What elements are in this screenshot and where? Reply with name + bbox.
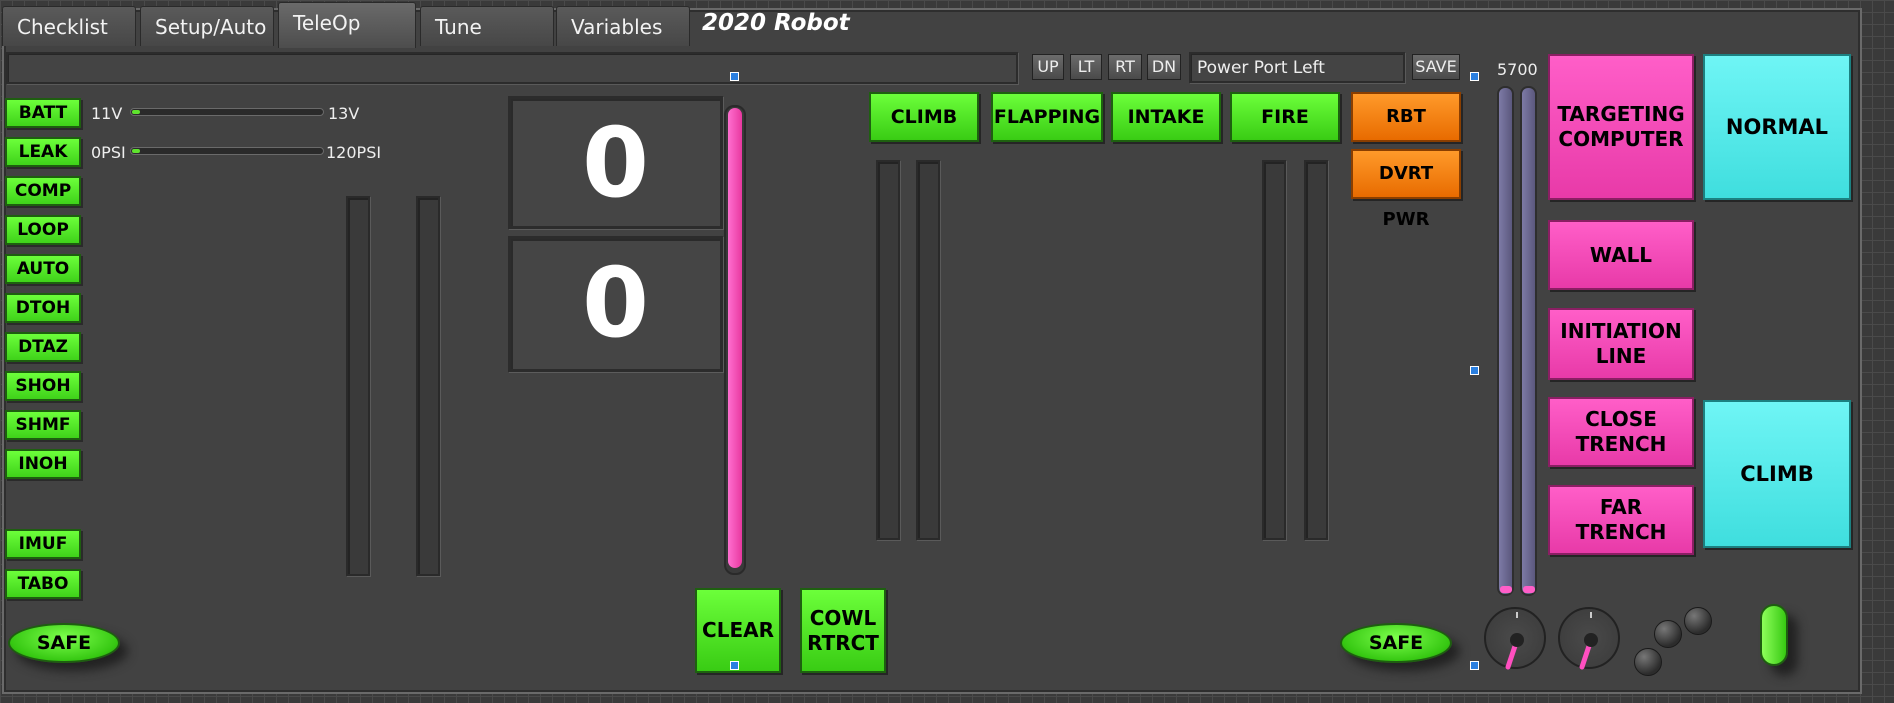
fire-button[interactable]: FIRE [1230, 92, 1340, 142]
shooter-handle-top[interactable] [1470, 72, 1479, 81]
initiation-line2: LINE [1595, 344, 1647, 368]
shooter-handle-bottom[interactable] [1470, 661, 1479, 670]
initiation-line1: INITIATION [1560, 319, 1682, 343]
targeting-line1: TARGETING [1557, 102, 1685, 126]
tab-setup-auto[interactable]: Setup/Auto [140, 6, 274, 46]
climb-mode-button[interactable]: CLIMB [1703, 400, 1851, 548]
down-button[interactable]: DN [1147, 54, 1181, 80]
tab-teleop[interactable]: TeleOp [278, 2, 416, 48]
top-resize-handle[interactable] [730, 72, 739, 81]
right-button[interactable]: RT [1108, 54, 1142, 80]
comp-indicator: COMP [5, 176, 81, 206]
battery-min-label: 11V [91, 104, 123, 123]
tabo-indicator: TABO [5, 569, 81, 599]
flapping-button[interactable]: FLAPPING [991, 92, 1103, 142]
mid-slider-track-2[interactable] [916, 160, 940, 540]
batt-indicator: BATT [5, 98, 81, 128]
target-select-field[interactable]: Power Port Left [1189, 52, 1405, 83]
right-slider-track-1[interactable] [1262, 160, 1286, 540]
pressure-gauge [130, 147, 324, 155]
close-line2: TRENCH [1575, 432, 1667, 456]
ball-icon [1684, 607, 1712, 635]
tab-checklist[interactable]: Checklist [2, 6, 136, 46]
dtoh-indicator: DTOH [5, 293, 81, 323]
ball-icon [1634, 648, 1662, 676]
up-button[interactable]: UP [1032, 54, 1064, 80]
pressure-max-label: 120PSI [326, 143, 382, 162]
targeting-line2: COMPUTER [1558, 127, 1684, 151]
left-button[interactable]: LT [1070, 54, 1102, 80]
cowl-label-line1: COWL [809, 605, 877, 630]
tab-tune[interactable]: Tune [420, 6, 554, 46]
pressure-gauge-fill [132, 149, 140, 153]
shooter-rpm-bar-left [1497, 86, 1514, 596]
left-slider-track-1[interactable] [346, 196, 370, 576]
battery-max-label: 13V [328, 104, 360, 123]
right-slider-track-2[interactable] [1304, 160, 1328, 540]
toggle-switch[interactable] [1760, 604, 1788, 666]
initiation-line-button[interactable]: INITIATION LINE [1548, 308, 1694, 380]
leak-indicator: LEAK [5, 137, 81, 167]
safe-right-button[interactable]: SAFE [1340, 623, 1452, 663]
cowl-label-line2: RTRCT [807, 630, 879, 655]
shooter-rpm-fill-right [1523, 586, 1535, 593]
pressure-min-label: 0PSI [91, 143, 126, 162]
wall-button[interactable]: WALL [1548, 220, 1694, 290]
close-trench-button[interactable]: CLOSE TRENCH [1548, 397, 1694, 467]
robot-title: 2020 Robot [702, 10, 850, 36]
inoh-indicator: INOH [5, 449, 81, 479]
targeting-computer-button[interactable]: TARGETING COMPUTER [1548, 54, 1694, 200]
tab-variables[interactable]: Variables [556, 6, 690, 46]
save-button[interactable]: SAVE [1412, 54, 1460, 80]
shooter-rpm-bar-right [1520, 86, 1537, 596]
counter-top: 0 [508, 96, 723, 229]
far-line1: FAR [1599, 495, 1643, 519]
pink-level-fill [728, 108, 742, 568]
shooter-rpm-fill-left [1500, 586, 1512, 593]
left-dial-knob[interactable] [1484, 607, 1546, 670]
left-dial-icon [1505, 612, 1524, 670]
dtaz-indicator: DTAZ [5, 332, 81, 362]
normal-mode-button[interactable]: NORMAL [1703, 54, 1851, 200]
counter-bottom: 0 [508, 236, 723, 372]
battery-gauge [130, 108, 324, 116]
status-message-field [6, 52, 1018, 84]
dvrt-pwr-button[interactable]: DVRT PWR [1351, 149, 1461, 230]
loop-indicator: LOOP [5, 215, 81, 245]
climb-button[interactable]: CLIMB [869, 92, 979, 142]
shoh-indicator: SHOH [5, 371, 81, 401]
mid-slider-track-1[interactable] [876, 160, 900, 540]
cowl-retract-button[interactable]: COWL RTRCT [800, 588, 886, 673]
far-trench-button[interactable]: FAR TRENCH [1548, 485, 1694, 555]
close-line1: CLOSE [1585, 407, 1657, 431]
right-dial-knob[interactable] [1558, 607, 1620, 670]
rbt-orient-button[interactable]: RBT ORIENT [1351, 92, 1461, 173]
shooter-rpm-label: 5700 [1497, 60, 1538, 79]
shmf-indicator: SHMF [5, 410, 81, 440]
right-dial-icon [1579, 612, 1598, 670]
left-slider-track-2[interactable] [416, 196, 440, 576]
bottom-resize-handle[interactable] [730, 661, 739, 670]
auto-indicator: AUTO [5, 254, 81, 284]
safe-left-button[interactable]: SAFE [8, 623, 120, 663]
battery-gauge-fill [132, 110, 140, 114]
intake-button[interactable]: INTAKE [1111, 92, 1221, 142]
ball-icon [1654, 620, 1682, 648]
shooter-handle-mid[interactable] [1470, 366, 1479, 375]
imuf-indicator: IMUF [5, 529, 81, 559]
far-line2: TRENCH [1575, 520, 1667, 544]
